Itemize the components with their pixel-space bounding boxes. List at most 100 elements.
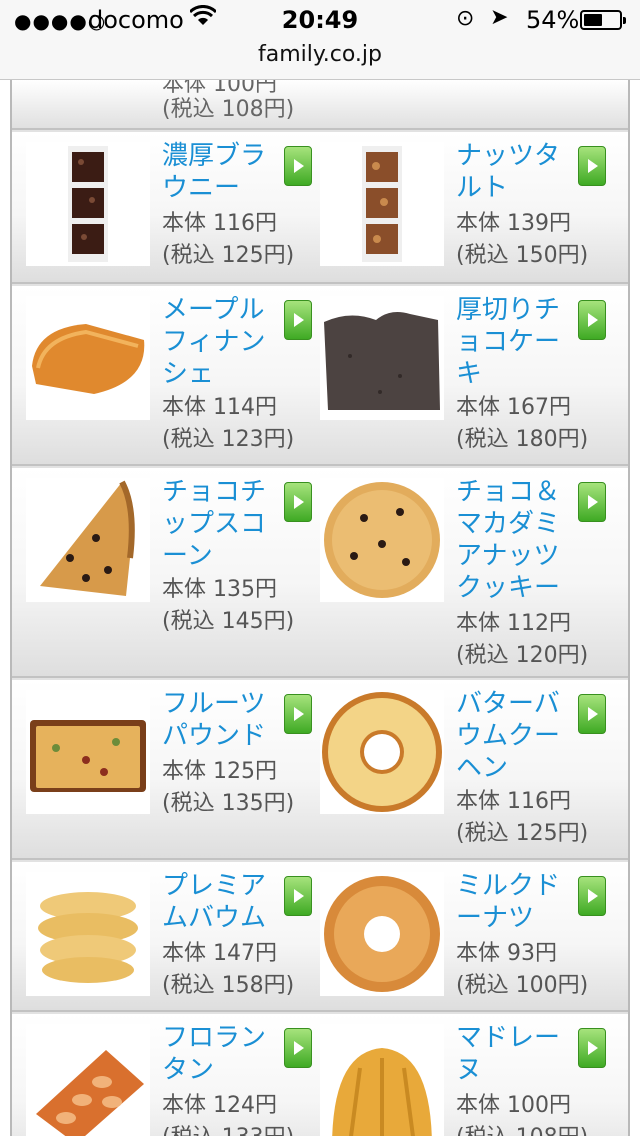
product-tax-price: (税込 133円) — [162, 1122, 294, 1136]
product-tax-price: (税込 123円) — [162, 427, 295, 452]
product-detail-button[interactable] — [284, 300, 312, 340]
play-arrow-icon — [588, 707, 598, 721]
product-tax-price: (税込 108円) — [162, 97, 295, 122]
rotation-lock-icon: ⊙ — [456, 6, 475, 31]
product-name[interactable]: ナッツタルト — [456, 140, 582, 204]
play-arrow-icon — [294, 1041, 304, 1055]
play-arrow-icon — [294, 889, 304, 903]
product-name[interactable]: プレミアムバウム — [162, 870, 288, 934]
product-name[interactable]: ミルクドーナツ — [456, 870, 582, 934]
product-tax-price: (税込 120円) — [456, 643, 589, 668]
product-price: 本体 167円 — [456, 395, 571, 420]
product-card[interactable]: バターバウムクーヘン 本体 116円 (税込 125円) — [320, 680, 614, 858]
status-bar: ●●●●○ docomo 20:49 ⊙ ➤ 54% — [0, 0, 640, 40]
product-tax-price: (税込 180円) — [456, 427, 589, 452]
product-card[interactable]: チョコ＆マカダミアナッツクッキー 本体 112円 (税込 120円) — [320, 468, 614, 676]
product-name[interactable]: フロランタン — [162, 1022, 288, 1086]
product-row: 濃厚ブラウニー 本体 116円 (税込 125円) ナッツタルト 本体 139円… — [12, 132, 628, 284]
product-card[interactable]: ナッツタルト 本体 139円 (税込 150円) — [320, 132, 614, 282]
product-price: 本体 116円 — [162, 211, 277, 236]
product-price: 本体 124円 — [162, 1093, 277, 1118]
product-price: 本体 125円 — [162, 759, 277, 784]
product-price: 本体 93円 — [456, 941, 557, 966]
address-bar[interactable]: family.co.jp — [0, 40, 640, 80]
play-arrow-icon — [588, 889, 598, 903]
play-arrow-icon — [294, 495, 304, 509]
product-image-milk-donut[interactable] — [320, 872, 444, 996]
product-tax-price: (税込 108円) — [456, 1122, 588, 1136]
product-name[interactable]: チョコチップスコーン — [162, 476, 288, 572]
product-row: チョコチップスコーン 本体 135円 (税込 145円) チョコ＆マカダミアナッ… — [12, 468, 628, 678]
product-row: フロランタン 本体 124円 (税込 133円) マドレーヌ 本体 100円 (… — [12, 1014, 628, 1136]
play-arrow-icon — [588, 495, 598, 509]
product-row: プレミアムバウム 本体 147円 (税込 158円) ミルクドーナツ 本体 93… — [12, 862, 628, 1012]
product-image-premium-baum[interactable] — [26, 872, 150, 996]
product-detail-button[interactable] — [284, 1028, 312, 1068]
product-detail-button[interactable] — [578, 694, 606, 734]
product-card[interactable]: メープルフィナンシェ 本体 114円 (税込 123円) — [26, 286, 320, 464]
product-name[interactable]: 厚切りチョコケーキ — [456, 294, 582, 390]
product-image-chocolate-cake[interactable] — [320, 296, 444, 420]
product-card[interactable]: 厚切りチョコケーキ 本体 167円 (税込 180円) — [320, 286, 614, 464]
product-image-nut-tart[interactable] — [320, 142, 444, 266]
product-price: 本体 112円 — [456, 611, 571, 636]
product-detail-button[interactable] — [578, 876, 606, 916]
product-tax-price: (税込 135円) — [162, 791, 295, 816]
product-card[interactable]: チョコチップスコーン 本体 135円 (税込 145円) — [26, 468, 320, 676]
product-image-chocolate-chip-scone[interactable] — [26, 478, 150, 602]
product-card[interactable]: フルーツパウンド 本体 125円 (税込 135円) — [26, 680, 320, 858]
product-name[interactable]: メープルフィナンシェ — [162, 294, 288, 390]
product-detail-button[interactable] — [284, 876, 312, 916]
product-name[interactable]: マドレーヌ — [456, 1022, 582, 1086]
product-detail-button[interactable] — [578, 1028, 606, 1068]
product-row: フルーツパウンド 本体 125円 (税込 135円) バターバウムクーヘン 本体… — [12, 680, 628, 860]
play-arrow-icon — [294, 313, 304, 327]
product-detail-button[interactable] — [578, 146, 606, 186]
battery-percentage: 54% — [526, 6, 580, 34]
url-text[interactable]: family.co.jp — [258, 42, 382, 67]
play-arrow-icon — [588, 159, 598, 173]
product-card[interactable]: フロランタン 本体 124円 (税込 133円) — [26, 1014, 320, 1136]
product-tax-price: (税込 100円) — [456, 973, 589, 998]
product-price: 本体 139円 — [456, 211, 571, 236]
product-card[interactable]: マドレーヌ 本体 100円 (税込 108円) — [320, 1014, 614, 1136]
product-detail-button[interactable] — [284, 482, 312, 522]
product-name[interactable]: フルーツパウンド — [162, 688, 288, 752]
product-detail-button[interactable] — [578, 300, 606, 340]
product-detail-button[interactable] — [284, 694, 312, 734]
product-name[interactable]: チョコ＆マカダミアナッツクッキー — [456, 476, 582, 604]
product-list: 本体 100円 (税込 108円) 濃厚ブラウニー 本体 116円 (税込 12… — [10, 80, 630, 1136]
product-tax-price: (税込 150円) — [456, 243, 589, 268]
product-tax-price: (税込 125円) — [456, 821, 589, 846]
product-price: 本体 135円 — [162, 577, 277, 602]
product-image-madeleine[interactable] — [320, 1024, 444, 1136]
product-row: メープルフィナンシェ 本体 114円 (税込 123円) 厚切りチョコケーキ 本… — [12, 286, 628, 466]
product-price: 本体 114円 — [162, 395, 277, 420]
product-image-florentine[interactable] — [26, 1024, 150, 1136]
battery-icon — [580, 10, 626, 30]
product-detail-button[interactable] — [284, 146, 312, 186]
product-image-maple-financier[interactable] — [26, 296, 150, 420]
location-arrow-icon: ➤ — [490, 5, 509, 30]
product-card[interactable]: ミルクドーナツ 本体 93円 (税込 100円) — [320, 862, 614, 1010]
product-price: 本体 116円 — [456, 789, 571, 814]
product-image-butter-baumkuchen[interactable] — [320, 690, 444, 814]
play-arrow-icon — [588, 1041, 598, 1055]
product-card[interactable]: プレミアムバウム 本体 147円 (税込 158円) — [26, 862, 320, 1010]
product-tax-price: (税込 125円) — [162, 243, 295, 268]
product-tax-price: (税込 145円) — [162, 609, 295, 634]
play-arrow-icon — [588, 313, 598, 327]
product-tax-price: (税込 158円) — [162, 973, 295, 998]
product-price: 本体 100円 — [456, 1093, 571, 1118]
play-arrow-icon — [294, 159, 304, 173]
product-detail-button[interactable] — [578, 482, 606, 522]
play-arrow-icon — [294, 707, 304, 721]
product-card[interactable]: 濃厚ブラウニー 本体 116円 (税込 125円) — [26, 132, 320, 282]
previous-product-row: 本体 100円 (税込 108円) — [12, 80, 628, 130]
product-name[interactable]: バターバウムクーヘン — [456, 688, 582, 784]
product-price: 本体 147円 — [162, 941, 277, 966]
product-name[interactable]: 濃厚ブラウニー — [162, 140, 288, 204]
product-image-macadamia-cookie[interactable] — [320, 478, 444, 602]
product-image-brownie[interactable] — [26, 142, 150, 266]
product-image-fruit-pound[interactable] — [26, 690, 150, 814]
